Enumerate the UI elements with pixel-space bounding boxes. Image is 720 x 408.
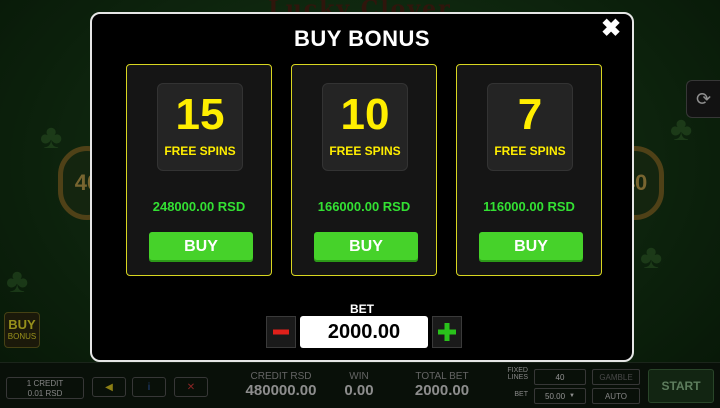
bet-value: 2000.00 <box>300 316 428 348</box>
free-spins-tile: 10 FREE SPINS <box>322 83 408 171</box>
bonus-option-card: 7 FREE SPINS 116000.00 RSD BUY <box>456 64 602 276</box>
plus-icon <box>438 323 456 341</box>
bonus-price: 166000.00 RSD <box>317 199 411 214</box>
buy-button[interactable]: BUY <box>479 232 583 262</box>
bonus-price: 248000.00 RSD <box>152 199 246 214</box>
free-spins-count: 7 <box>517 90 543 139</box>
free-spins-tile: 7 FREE SPINS <box>487 83 573 171</box>
minus-icon <box>273 329 289 335</box>
buy-button[interactable]: BUY <box>149 232 253 262</box>
bet-label: BET <box>350 302 374 316</box>
free-spins-count: 15 <box>175 90 225 139</box>
free-spins-count: 10 <box>340 90 390 139</box>
close-icon: ✖ <box>600 15 622 42</box>
increase-bet-button[interactable] <box>432 316 462 348</box>
decrease-bet-button[interactable] <box>266 316 296 348</box>
buy-bonus-modal: BUY BONUS ✖ 15 FREE SPINS 248000.00 RSD … <box>90 12 634 362</box>
bonus-option-card: 10 FREE SPINS 166000.00 RSD BUY <box>291 64 437 276</box>
free-spins-label: FREE SPINS <box>329 144 401 158</box>
free-spins-tile: 15 FREE SPINS <box>157 83 243 171</box>
bonus-price: 116000.00 RSD <box>483 199 575 214</box>
free-spins-label: FREE SPINS <box>164 144 236 158</box>
bonus-option-card: 15 FREE SPINS 248000.00 RSD BUY <box>126 64 272 276</box>
buy-button-label: BUY <box>349 238 383 255</box>
modal-title: BUY BONUS <box>293 26 431 51</box>
buy-button-label: BUY <box>514 238 548 255</box>
buy-button-label: BUY <box>184 238 218 255</box>
bet-stepper: 2000.00 <box>266 316 462 348</box>
buy-button[interactable]: BUY <box>314 232 418 262</box>
close-button[interactable]: ✖ <box>600 15 622 42</box>
free-spins-label: FREE SPINS <box>494 144 566 158</box>
